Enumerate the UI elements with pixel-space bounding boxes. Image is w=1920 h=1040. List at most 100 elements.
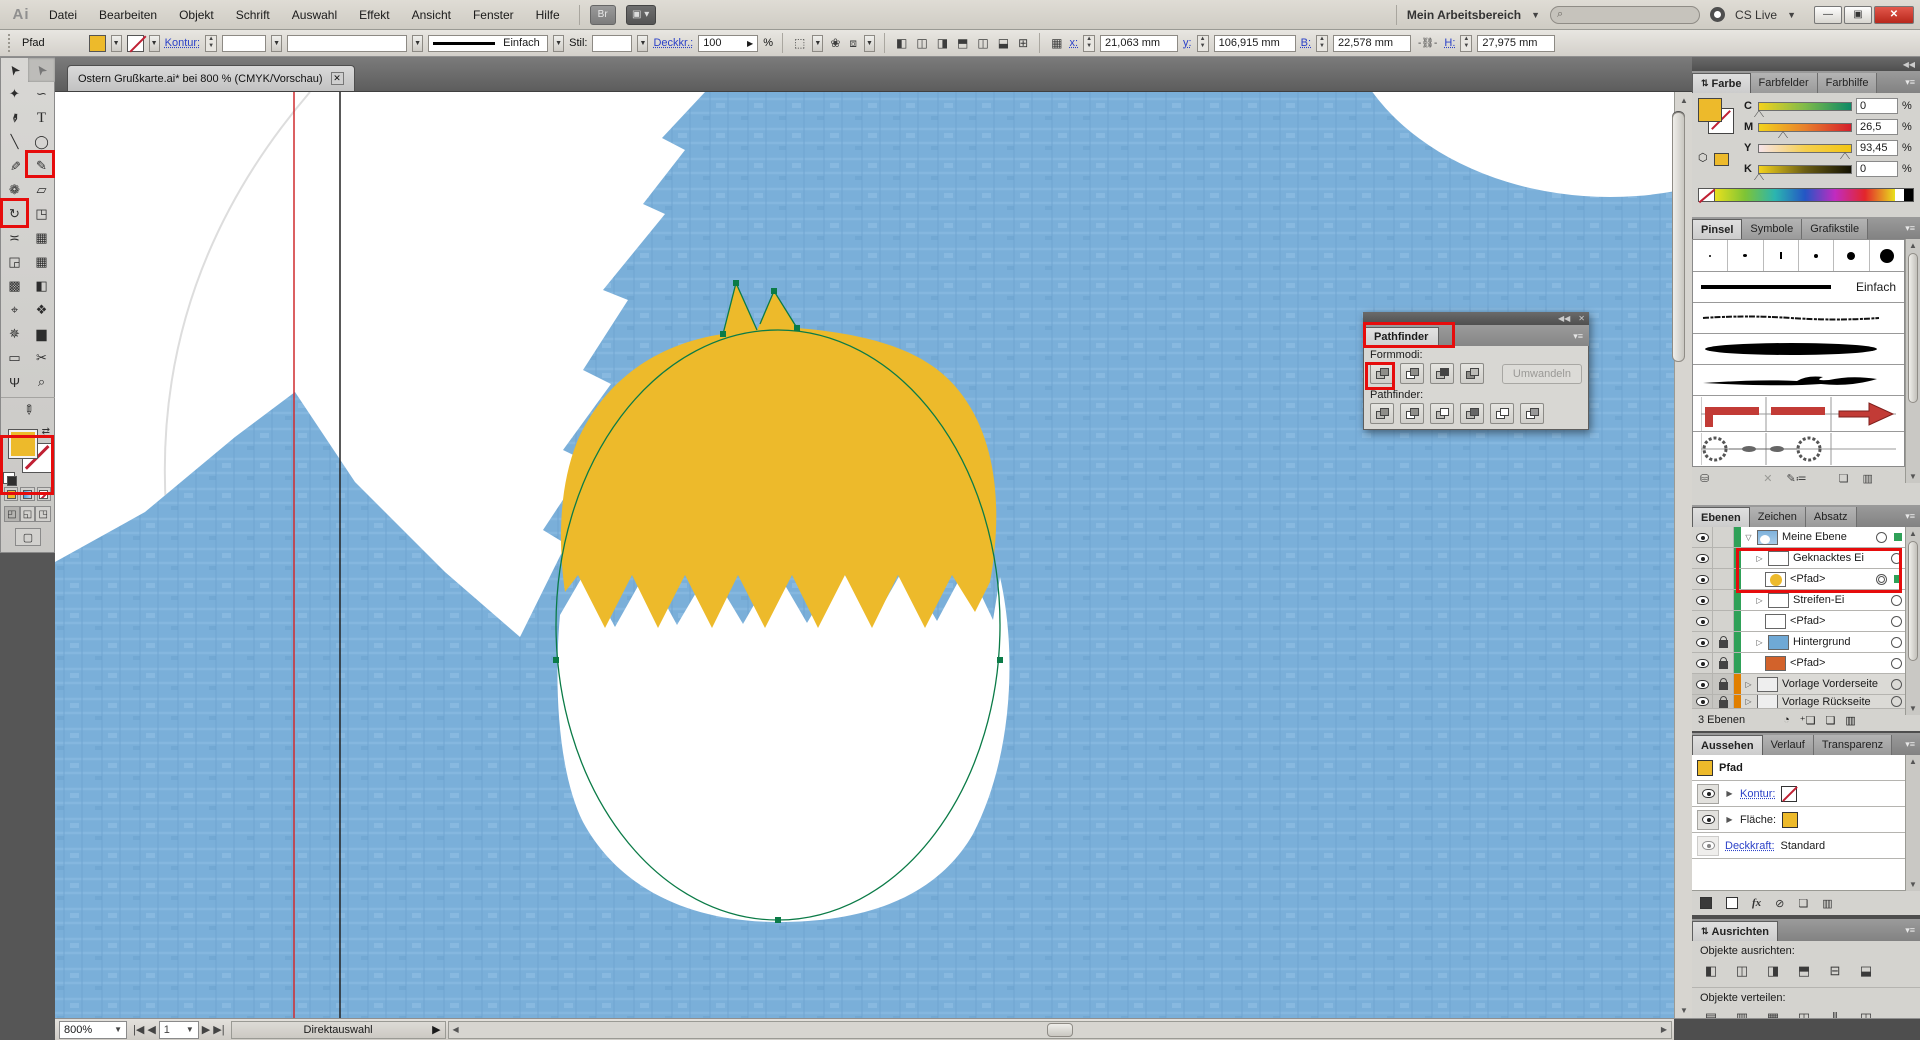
menu-bearbeiten[interactable]: Bearbeiten	[90, 4, 166, 26]
layer-name[interactable]: Vorlage Vorderseite	[1782, 678, 1878, 690]
align-bottom-button[interactable]: ⬓	[1855, 961, 1877, 981]
menu-hilfe[interactable]: Hilfe	[527, 4, 569, 26]
lock-toggle[interactable]	[1713, 695, 1734, 708]
zoom-level-dropdown[interactable]: 800% ▼	[59, 1021, 127, 1039]
selection-chip[interactable]	[1894, 575, 1902, 583]
tab-symbole[interactable]: Symbole	[1742, 219, 1802, 239]
stroke-link[interactable]: Kontur:	[1740, 788, 1775, 800]
stroke-none-swatch[interactable]	[1781, 786, 1797, 802]
exclude-button[interactable]	[1460, 363, 1484, 384]
expander-icon[interactable]: ▶	[1725, 789, 1734, 798]
arrow-pattern-brush-item[interactable]	[1693, 396, 1904, 432]
expander-icon[interactable]: ▶	[1725, 815, 1734, 824]
layer-name[interactable]: Geknacktes Ei	[1793, 552, 1864, 564]
out-of-web-icon[interactable]: ⬡	[1698, 151, 1708, 164]
target-icon[interactable]	[1891, 658, 1902, 669]
transform-reference-icon[interactable]: ▦	[1049, 36, 1064, 50]
select-similar-icon[interactable]: ⬚	[792, 36, 807, 50]
target-icon[interactable]	[1891, 595, 1902, 606]
vertical-scrollbar[interactable]: ▲ ▼	[1674, 92, 1692, 1018]
new-sublayer-icon[interactable]: ⁺❏	[1800, 714, 1816, 727]
draw-normal-mode-button[interactable]: ◰	[4, 506, 20, 522]
new-fill-icon[interactable]	[1726, 897, 1738, 909]
spectrum-white-black[interactable]	[1895, 189, 1913, 201]
gradient-tool[interactable]: ◧	[28, 274, 55, 298]
remove-brush-stroke-icon[interactable]: ✕	[1763, 472, 1772, 485]
yellow-value[interactable]: 93,45	[1856, 140, 1898, 156]
lock-toggle[interactable]	[1713, 653, 1734, 673]
tab-farbhilfe[interactable]: Farbhilfe	[1818, 73, 1878, 93]
isolate-icon[interactable]: ⧈	[847, 36, 859, 51]
hand-tool[interactable]: Ψ	[1, 370, 28, 394]
tab-pathfinder[interactable]: Pathfinder	[1363, 327, 1439, 346]
prev-artboard-icon[interactable]: ◀	[147, 1023, 155, 1036]
tab-pinsel[interactable]: Pinsel	[1692, 219, 1742, 239]
scroll-right-icon[interactable]: ▶	[1657, 1022, 1671, 1038]
width-field[interactable]: 22,578 mm	[1333, 35, 1411, 52]
visibility-toggle[interactable]	[1692, 569, 1713, 589]
lock-toggle[interactable]	[1713, 632, 1734, 652]
style-field[interactable]	[592, 35, 632, 52]
delete-item-icon[interactable]: ▥	[1822, 897, 1832, 910]
x-field[interactable]: 21,063 mm	[1100, 35, 1178, 52]
web-safe-swatch[interactable]	[1714, 153, 1729, 166]
type-tool[interactable]: T	[28, 106, 55, 130]
pen-tool[interactable]: ✒	[1, 106, 28, 130]
magenta-slider[interactable]	[1758, 123, 1852, 132]
layer-name[interactable]: Meine Ebene	[1782, 531, 1847, 543]
target-icon[interactable]	[1876, 574, 1887, 585]
black-slider[interactable]	[1758, 165, 1852, 174]
layer-name[interactable]: Hintergrund	[1793, 636, 1850, 648]
gradient-button[interactable]	[20, 487, 34, 501]
scale-tool[interactable]: ◳	[28, 202, 55, 226]
brush-options-icon[interactable]: ✎≔	[1786, 472, 1806, 485]
target-icon[interactable]	[1876, 532, 1887, 543]
layer-row-pfad-selected[interactable]: <Pfad>	[1692, 569, 1905, 590]
appearance-scrollbar[interactable]: ▲ ▼	[1905, 755, 1920, 891]
panel-menu-icon[interactable]: ▾≡	[1900, 925, 1920, 941]
intersect-button[interactable]	[1430, 363, 1454, 384]
first-artboard-icon[interactable]: |◀	[133, 1023, 144, 1036]
stroke-color-swatch[interactable]	[127, 35, 144, 52]
paintbrush-tool[interactable]: ✎	[1, 154, 28, 178]
visibility-toggle[interactable]	[1692, 611, 1713, 631]
ellipse-tool[interactable]: ◯	[28, 130, 55, 154]
menu-objekt[interactable]: Objekt	[170, 4, 223, 26]
width-profile-field[interactable]: Einfach	[428, 35, 548, 52]
visibility-toggle[interactable]	[1692, 695, 1713, 708]
cyan-value[interactable]: 0	[1856, 98, 1898, 114]
pencil-tool[interactable]: ✎	[28, 154, 55, 178]
restore-button[interactable]: ▣	[1844, 6, 1872, 24]
panel-menu-icon[interactable]: ▾≡	[1900, 223, 1920, 239]
fill-swatch[interactable]	[9, 430, 37, 458]
layer-name[interactable]: <Pfad>	[1790, 615, 1825, 627]
menu-auswahl[interactable]: Auswahl	[283, 4, 346, 26]
lock-toggle[interactable]	[1713, 527, 1734, 547]
charcoal-brush-item[interactable]	[1693, 303, 1904, 334]
delete-layer-icon[interactable]: ▥	[1845, 714, 1855, 727]
column-graph-tool[interactable]: ▆	[28, 322, 55, 346]
visibility-toggle[interactable]	[1692, 653, 1713, 673]
status-menu-icon[interactable]: ▶	[432, 1023, 440, 1036]
width-stepper[interactable]: ▲▼	[1316, 35, 1328, 52]
close-button[interactable]: ✕	[1874, 6, 1914, 24]
target-icon[interactable]	[1891, 616, 1902, 627]
width-profile-dropdown[interactable]: ▼	[553, 35, 564, 52]
duplicate-item-icon[interactable]: ❏	[1798, 897, 1808, 910]
scroll-up-icon[interactable]: ▲	[1675, 92, 1693, 108]
recolor-artwork-icon[interactable]: ❀	[828, 36, 842, 50]
style-dropdown[interactable]: ▼	[637, 35, 648, 52]
horizontal-scroll-thumb[interactable]	[1047, 1023, 1073, 1037]
tab-absatz[interactable]: Absatz	[1806, 507, 1857, 527]
color-spectrum-bar[interactable]	[1698, 188, 1914, 202]
constrain-proportions-icon[interactable]: -⛓-	[1416, 38, 1439, 49]
layer-row-vorlage-rueckseite[interactable]: ▷ Vorlage Rückseite	[1692, 695, 1905, 709]
clipping-mask-icon[interactable]: ◔	[1783, 714, 1790, 726]
basic-brush-item[interactable]: Einfach	[1693, 272, 1904, 303]
tab-zeichen[interactable]: Zeichen	[1750, 507, 1806, 527]
tab-transparenz[interactable]: Transparenz	[1814, 735, 1892, 755]
isolate-dropdown[interactable]: ▼	[864, 35, 875, 52]
layer-row-pfad-3[interactable]: <Pfad>	[1692, 653, 1905, 674]
target-icon[interactable]	[1891, 637, 1902, 648]
fill-link[interactable]: Fläche:	[1740, 814, 1776, 826]
